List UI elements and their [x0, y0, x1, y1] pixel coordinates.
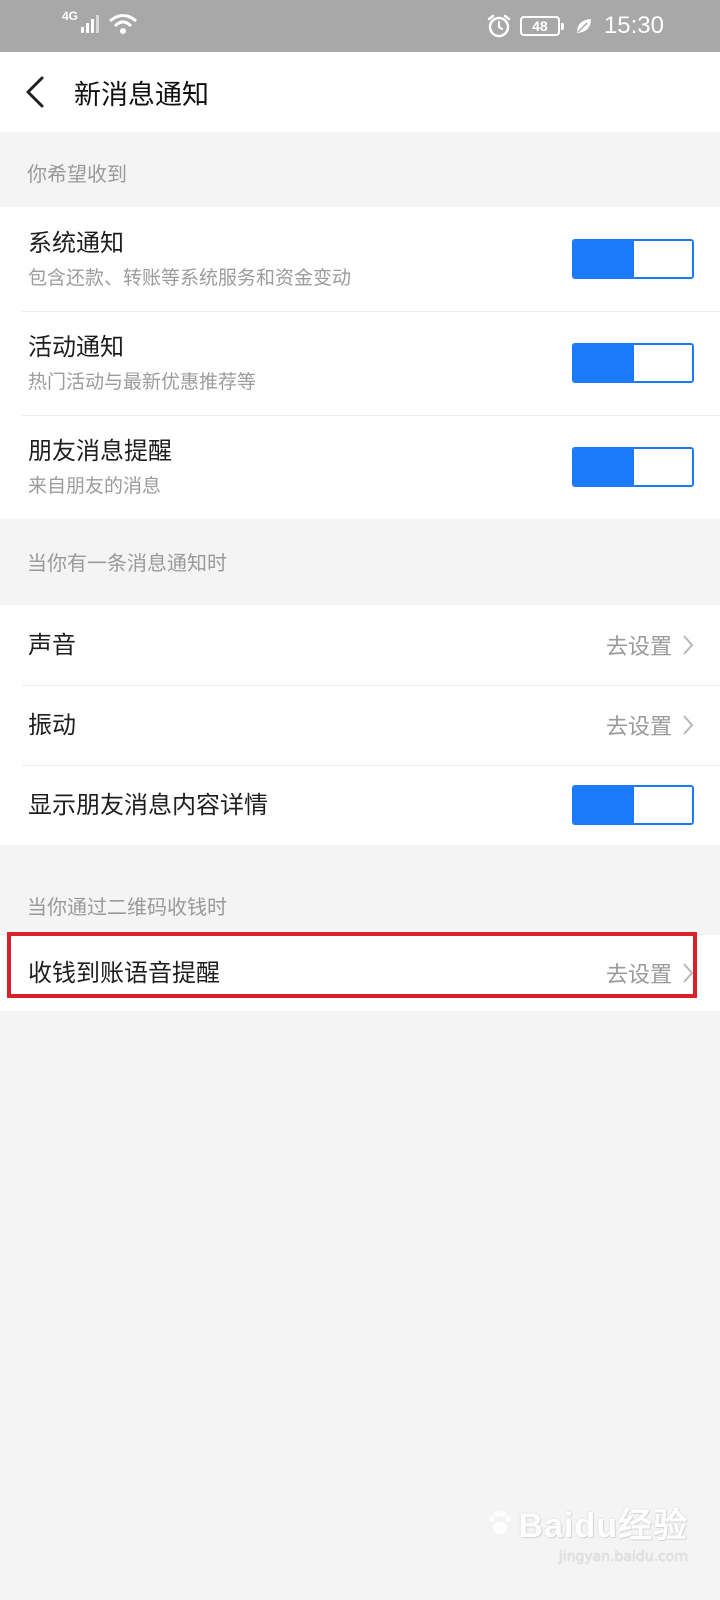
group-on-notice: 声音 去设置 振动 去设置 显示朋友消息内容详情 [0, 605, 720, 845]
group-receive: 系统通知 包含还款、转账等系统服务和资金变动 活动通知 热门活动与最新优惠推荐等… [0, 207, 720, 519]
back-button[interactable] [0, 52, 70, 132]
watermark: Baidu经验 jingyan.baidu.com [485, 1498, 688, 1565]
show-detail-toggle[interactable] [572, 785, 694, 825]
payment-voice-settings-link[interactable]: 去设置 [606, 957, 694, 989]
status-time: 15:30 [603, 12, 664, 39]
chevron-right-icon [683, 715, 694, 735]
activity-notice-toggle[interactable] [572, 343, 694, 383]
row-activity-notice: 活动通知 热门活动与最新优惠推荐等 [0, 311, 720, 415]
row-title: 收钱到账语音提醒 [28, 959, 220, 987]
section-header-qr-payment: 当你通过二维码收钱时 [27, 895, 227, 919]
chevron-right-icon [683, 963, 694, 983]
go-settings-label: 去设置 [605, 715, 672, 740]
watermark-brand: Baidu经验 [518, 1507, 688, 1545]
sound-settings-link[interactable]: 去设置 [606, 629, 694, 661]
status-right: 48 15:30 [486, 0, 664, 52]
row-subtitle: 包含还款、转账等系统服务和资金变动 [28, 267, 352, 289]
row-payment-voice[interactable]: 收钱到账语音提醒 去设置 [0, 935, 720, 1011]
chevron-right-icon [683, 635, 694, 655]
row-friend-message: 朋友消息提醒 来自朋友的消息 [0, 415, 720, 519]
system-notice-toggle[interactable] [572, 239, 694, 279]
nav-bar: 新消息通知 [0, 52, 720, 132]
go-settings-label: 去设置 [605, 963, 672, 988]
alarm-icon [487, 14, 511, 38]
row-sound[interactable]: 声音 去设置 [0, 605, 720, 685]
vibration-settings-link[interactable]: 去设置 [606, 709, 694, 741]
paw-icon [488, 1510, 511, 1534]
signal-icon [81, 15, 100, 33]
row-vibration[interactable]: 振动 去设置 [0, 685, 720, 765]
row-title: 系统通知 [28, 229, 124, 257]
section-header-on-notice: 当你有一条消息通知时 [27, 551, 227, 575]
watermark-logo: Baidu经验 [485, 1498, 688, 1547]
back-arrow-icon [26, 76, 44, 108]
status-left: 4G [62, 10, 138, 36]
battery-level: 48 [532, 18, 548, 34]
wifi-icon [109, 14, 137, 34]
row-title: 显示朋友消息内容详情 [28, 791, 268, 819]
status-bar: 4G 48 15:30 [0, 0, 720, 52]
row-subtitle: 热门活动与最新优惠推荐等 [28, 371, 257, 393]
row-title: 活动通知 [28, 333, 124, 361]
friend-message-toggle[interactable] [572, 447, 694, 487]
go-settings-label: 去设置 [605, 635, 672, 660]
row-title: 声音 [28, 631, 76, 659]
network-type: 4G [62, 9, 79, 23]
row-show-message-detail: 显示朋友消息内容详情 [0, 765, 720, 845]
row-title: 振动 [28, 711, 76, 739]
battery-indicator: 48 [519, 16, 564, 36]
group-qr-payment: 收钱到账语音提醒 去设置 [0, 935, 720, 1011]
watermark-url: jingyan.baidu.com [558, 1549, 688, 1565]
row-system-notice: 系统通知 包含还款、转账等系统服务和资金变动 [0, 207, 720, 311]
page-title: 新消息通知 [74, 79, 209, 111]
leaf-icon [576, 19, 591, 33]
row-title: 朋友消息提醒 [28, 437, 172, 465]
row-subtitle: 来自朋友的消息 [28, 475, 162, 497]
section-header-receive: 你希望收到 [27, 162, 127, 186]
